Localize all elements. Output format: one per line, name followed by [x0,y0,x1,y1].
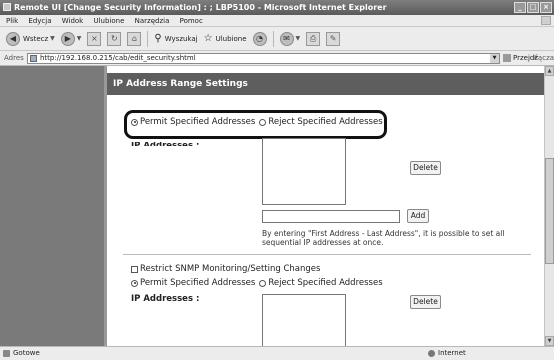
toolbar-separator [147,30,149,47]
browser-toolbar: ◀ Wstecz ▼ ▶ ▼ × ↻ ⌂ ⚲ Wyszukaj ☆ Ulubio… [0,27,554,51]
menu-help[interactable]: Pomoc [180,17,203,25]
back-button[interactable]: ◀ Wstecz ▼ [6,31,55,46]
maximize-button[interactable]: □ [527,2,539,13]
search-button[interactable]: ⚲ Wyszukaj [154,33,197,44]
address-range-note: By entering "First Address - Last Addres… [262,229,505,247]
snmp-permit-addresses-radio[interactable] [131,279,138,287]
zone-label: Internet [438,349,466,357]
address-url: http://192.168.0.215/cab/edit_security.s… [40,54,196,62]
print-icon: ⎙ [306,31,321,46]
favorites-label: Ulubione [215,34,247,43]
address-input[interactable]: http://192.168.0.215/cab/edit_security.s… [27,53,500,64]
delete-button[interactable]: Delete [410,161,441,175]
star-icon: ☆ [203,33,213,44]
mail-icon: ✉ [279,31,294,46]
vertical-scrollbar[interactable]: ▲ ▼ [544,66,554,346]
windows-logo-icon [541,16,551,25]
section-title: IP Address Range Settings [107,73,544,95]
go-arrow-icon [503,54,511,62]
snmp-ip-addresses-listbox[interactable] [262,294,346,346]
security-zone: Internet [428,347,466,359]
links-button[interactable]: Łącza [534,54,554,62]
snmp-reject-addresses-label: Reject Specified Addresses [268,278,383,288]
forward-button[interactable]: ▶ ▼ [60,31,82,46]
snmp-reject-addresses-radio[interactable] [259,279,267,287]
restrict-snmp-checkbox[interactable] [131,265,138,273]
back-dropdown-icon[interactable]: ▼ [50,35,55,42]
address-label: Adres [4,54,24,62]
menu-tools[interactable]: Narzędzia [135,17,170,25]
menu-view[interactable]: Widok [62,17,84,25]
snmp-delete-button[interactable]: Delete [410,295,441,309]
menu-favorites[interactable]: Ulubione [93,17,124,25]
ip-addresses-listbox[interactable] [262,138,346,205]
address-bar: Adres http://192.168.0.215/cab/edit_secu… [0,51,554,66]
forward-arrow-icon: ▶ [60,31,75,46]
go-button[interactable]: Przejdź [503,54,538,62]
highlight-outline [124,110,387,139]
history-icon: ◔ [252,31,267,46]
scroll-up-icon[interactable]: ▲ [545,66,554,76]
address-dropdown-icon[interactable]: ▼ [490,54,499,63]
edit-button[interactable]: ✎ [326,31,341,46]
menu-bar: Plik Edycja Widok Ulubione Narzędzia Pom… [0,15,554,27]
ip-addresses-label: IP Addresses : [131,142,199,146]
restrict-snmp-label: Restrict SNMP Monitoring/Setting Changes [140,264,321,274]
home-icon: ⌂ [127,31,142,46]
home-button[interactable]: ⌂ [127,31,142,46]
favorites-button[interactable]: ☆ Ulubione [204,33,247,44]
stop-button[interactable]: × [87,31,102,46]
refresh-button[interactable]: ↻ [107,31,122,46]
snmp-permit-addresses-label: Permit Specified Addresses [140,278,256,288]
page-status-icon [3,350,10,357]
back-arrow-icon: ◀ [6,31,20,46]
edit-icon: ✎ [326,31,341,46]
scroll-down-icon[interactable]: ▼ [545,336,554,346]
window-title: Remote UI [Change Security Information] … [14,3,387,12]
snmp-radio-group: Permit Specified Addresses Reject Specif… [131,278,383,288]
window-controls: _ □ × [514,2,552,13]
snmp-ip-addresses-label: IP Addresses : [131,294,200,304]
page-icon [30,55,37,62]
globe-icon [428,349,435,357]
window-title-bar: Remote UI [Change Security Information] … [0,0,554,15]
ie-icon [3,3,11,11]
add-button[interactable]: Add [407,209,429,223]
status-text: Gotowe [13,349,40,357]
section-divider [123,254,531,255]
stop-icon: × [87,31,102,46]
forward-dropdown-icon[interactable]: ▼ [77,35,82,42]
scrollbar-thumb[interactable] [545,158,554,264]
mail-button[interactable]: ✉ ▼ [279,31,301,46]
mail-dropdown-icon[interactable]: ▼ [296,35,301,42]
search-icon: ⚲ [154,33,162,44]
menu-edit[interactable]: Edycja [28,17,51,25]
ip-address-input[interactable] [262,210,400,223]
search-label: Wyszukaj [164,34,198,43]
back-label: Wstecz [23,34,49,43]
menu-file[interactable]: Plik [6,17,18,25]
toolbar-separator [272,30,274,47]
history-button[interactable]: ◔ [252,31,267,46]
refresh-icon: ↻ [107,31,122,46]
status-bar: Gotowe Internet [0,346,554,360]
print-button[interactable]: ⎙ [306,31,321,46]
minimize-button[interactable]: _ [514,2,526,13]
left-nav-pane [0,66,104,346]
page-content: IP Address Range Settings Permit Specifi… [107,66,544,346]
snmp-restrict-row: Restrict SNMP Monitoring/Setting Changes [131,264,320,274]
close-button[interactable]: × [540,2,552,13]
